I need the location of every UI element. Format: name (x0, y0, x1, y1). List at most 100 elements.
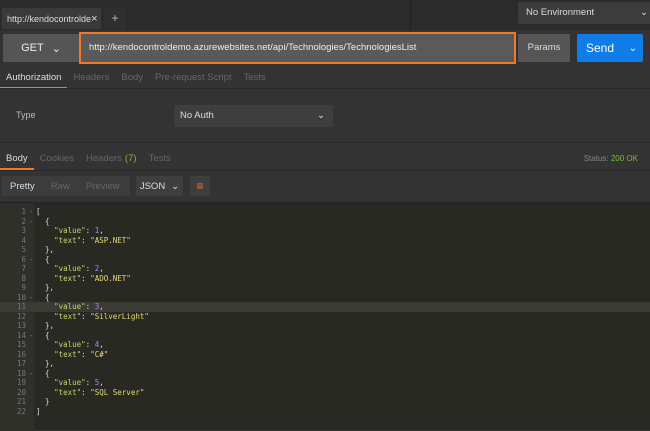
fold-icon[interactable] (26, 378, 36, 388)
environment-select[interactable]: No Environment ⌄ (518, 2, 650, 24)
code-line: 22] (0, 407, 650, 417)
response-editor[interactable]: 1-[2- {3 "value": 1, 4 "text": "ASP.NET" 5… (0, 202, 650, 431)
code-line: 17 }, (0, 359, 650, 369)
tab-headers[interactable]: Headers (67, 72, 115, 89)
tab-raw[interactable]: Raw (43, 181, 78, 192)
code-line: 8 "text": "ADO.NET" (0, 274, 650, 284)
tab-pre-request-script[interactable]: Pre-request Script (149, 72, 238, 89)
tab-label: Authorization (6, 72, 62, 83)
close-icon[interactable]: × (91, 13, 97, 25)
code-text: "value": 4, (54, 340, 104, 349)
url-input[interactable]: http://kendocontroldemo.azurewebsites.ne… (79, 32, 516, 64)
code-line: 12 "text": "SilverLight" (0, 312, 650, 322)
status-value: 200 OK (610, 154, 638, 163)
line-number: 17 (16, 359, 26, 368)
code-text: "value": 1, (54, 226, 104, 235)
line-number: 22 (16, 406, 26, 416)
line-number: 20 (16, 387, 26, 397)
fold-icon[interactable] (26, 226, 36, 236)
wrap-lines-button[interactable]: ≡ (190, 176, 210, 196)
tab-authorization[interactable]: Authorization (0, 72, 68, 89)
line-number: 11 (16, 302, 26, 311)
fold-icon[interactable] (26, 274, 36, 284)
fold-icon[interactable] (26, 236, 36, 246)
fold-icon[interactable] (26, 388, 36, 398)
line-number: 10 (16, 292, 26, 302)
tab-label: Body (6, 153, 28, 164)
fold-icon[interactable] (26, 312, 36, 322)
line-number: 8 (21, 273, 26, 283)
line-number: 14 (16, 330, 26, 340)
tab-body[interactable]: Body (0, 153, 34, 170)
send-button[interactable]: Send ⌄ (577, 34, 643, 62)
fold-icon[interactable] (26, 340, 36, 350)
status-label: Status: (583, 154, 609, 163)
fold-icon[interactable]: - (26, 369, 36, 379)
code-text: { (36, 292, 50, 302)
code-line: 13 }, (0, 321, 650, 331)
line-number: 13 (16, 321, 26, 330)
tab-label: Cookies (39, 153, 74, 164)
line-number: 15 (16, 340, 26, 349)
fold-icon[interactable]: - (26, 255, 36, 265)
chevron-down-icon[interactable]: ⌄ (623, 43, 643, 54)
count-badge: (7) (124, 153, 137, 164)
method-label: GET (21, 42, 44, 54)
method-select[interactable]: GET ⌄ (3, 34, 79, 62)
fold-icon[interactable] (26, 407, 36, 417)
code-text: }, (36, 321, 55, 330)
code-text: "text": "ASP.NET" (54, 235, 131, 245)
request-tab[interactable]: http://kendocontrolde × (2, 8, 101, 29)
code-text: "text": "SQL Server" (54, 387, 145, 397)
auth-type-select[interactable]: No Auth ⌄ (174, 105, 333, 127)
tab-headers[interactable]: Headers (7) (80, 153, 143, 170)
tab-label: Headers (85, 153, 122, 164)
line-number: 9 (21, 283, 26, 292)
fold-icon[interactable] (26, 264, 36, 274)
fold-icon[interactable]: - (26, 217, 36, 227)
fold-icon[interactable] (26, 245, 36, 255)
fold-icon[interactable] (26, 283, 36, 293)
code-text: } (36, 397, 50, 406)
auth-type-label: Type (16, 110, 36, 120)
fold-icon[interactable] (26, 397, 36, 407)
fold-icon[interactable]: - (26, 331, 36, 341)
divider (410, 0, 411, 30)
fold-icon[interactable] (26, 359, 36, 369)
code-line: 1-[ (0, 207, 650, 217)
chevron-down-icon: ⌄ (640, 7, 648, 18)
code-text: "value": 5, (54, 378, 104, 387)
format-select[interactable]: JSON ⌄ (136, 176, 183, 196)
line-number: 18 (16, 368, 26, 378)
response-tabs: Body Cookies Headers (7) Tests (0, 153, 177, 170)
fold-icon[interactable] (26, 302, 36, 312)
tab-tests[interactable]: Tests (143, 153, 177, 170)
tab-label: Pretty (10, 180, 35, 192)
code-content: 1-[2- {3 "value": 1, 4 "text": "ASP.NET" 5… (0, 207, 650, 416)
line-number: 16 (16, 349, 26, 359)
fold-icon[interactable] (26, 350, 36, 360)
tab-label: Pre-request Script (155, 72, 232, 83)
fold-icon[interactable] (26, 321, 36, 331)
code-text: "text": "ADO.NET" (54, 273, 131, 283)
line-number: 4 (21, 235, 26, 245)
divider (0, 88, 650, 89)
tab-body[interactable]: Body (115, 72, 149, 89)
send-label: Send (585, 41, 615, 55)
tab-tests[interactable]: Tests (238, 72, 272, 89)
line-number: 7 (21, 264, 26, 273)
tab-cookies[interactable]: Cookies (34, 153, 80, 170)
view-mode-tabs: Pretty Raw Preview (2, 176, 130, 196)
line-number: 19 (16, 378, 26, 387)
fold-icon[interactable]: - (26, 207, 36, 217)
code-text: { (36, 216, 50, 226)
line-number: 21 (16, 397, 26, 406)
code-line: 21 } (0, 397, 650, 407)
params-button[interactable]: Params (518, 34, 570, 62)
code-text: { (36, 368, 50, 378)
new-tab-button[interactable]: + (104, 8, 126, 29)
fold-icon[interactable]: - (26, 293, 36, 303)
tab-preview[interactable]: Preview (78, 181, 128, 192)
tab-pretty[interactable]: Pretty (2, 181, 43, 192)
code-text: }, (36, 245, 55, 254)
